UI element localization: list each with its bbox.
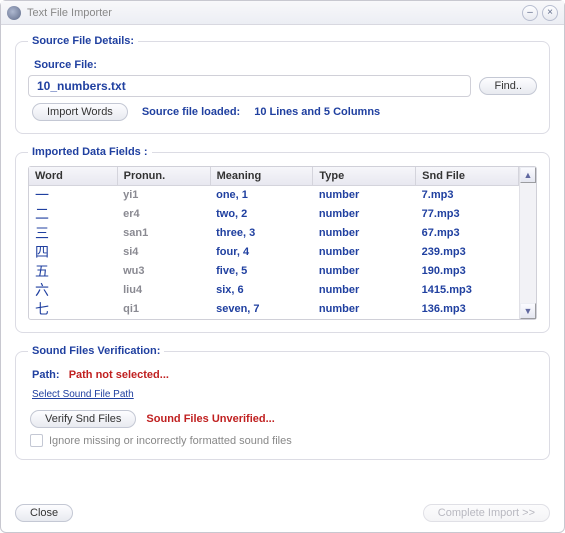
cell-snd: 1415.mp3: [416, 281, 519, 300]
minimize-button[interactable]: –: [522, 5, 538, 21]
path-label: Path:: [32, 369, 60, 381]
sound-verification-group: Sound Files Verification: Path: Path not…: [15, 345, 550, 460]
col-header-type[interactable]: Type: [313, 167, 416, 186]
scroll-down-icon[interactable]: ▼: [520, 303, 536, 319]
table-header-row: Word Pronun. Meaning Type Snd File: [29, 167, 519, 186]
cell-type: number: [313, 300, 416, 319]
close-window-button[interactable]: ×: [542, 5, 558, 21]
imported-data-group: Imported Data Fields : Word Pronun. Mean…: [15, 146, 550, 333]
cell-snd: 7.mp3: [416, 186, 519, 206]
scroll-up-icon[interactable]: ▲: [520, 167, 536, 183]
cell-snd: 190.mp3: [416, 262, 519, 281]
source-file-input[interactable]: [28, 75, 471, 97]
cell-type: number: [313, 281, 416, 300]
cell-type: number: [313, 205, 416, 224]
table-row[interactable]: 六liu4six, 6number1415.mp3: [29, 281, 519, 300]
cell-pronun: qi1: [117, 300, 210, 319]
data-table: Word Pronun. Meaning Type Snd File 一yi1o…: [28, 166, 537, 320]
cell-snd: 77.mp3: [416, 205, 519, 224]
cell-word: 六: [29, 281, 117, 300]
cell-type: number: [313, 186, 416, 206]
window-title: Text File Importer: [27, 7, 518, 19]
source-file-group: Source File Details: Source File: Find..…: [15, 35, 550, 134]
cell-pronun: si4: [117, 243, 210, 262]
import-words-button[interactable]: Import Words: [32, 103, 128, 121]
cell-type: number: [313, 224, 416, 243]
source-status-prefix: Source file loaded:: [142, 106, 240, 118]
source-status-detail: 10 Lines and 5 Columns: [254, 106, 380, 118]
cell-pronun: san1: [117, 224, 210, 243]
cell-word: 四: [29, 243, 117, 262]
cell-meaning: six, 6: [210, 281, 313, 300]
complete-import-button[interactable]: Complete Import >>: [423, 504, 550, 522]
cell-meaning: two, 2: [210, 205, 313, 224]
cell-word: 五: [29, 262, 117, 281]
dialog-footer: Close Complete Import >>: [15, 504, 550, 522]
cell-pronun: wu3: [117, 262, 210, 281]
app-icon: [7, 6, 21, 20]
cell-pronun: liu4: [117, 281, 210, 300]
cell-snd: 67.mp3: [416, 224, 519, 243]
titlebar: Text File Importer – ×: [1, 1, 564, 25]
cell-meaning: one, 1: [210, 186, 313, 206]
col-header-word[interactable]: Word: [29, 167, 117, 186]
col-header-snd[interactable]: Snd File: [416, 167, 519, 186]
path-value: Path not selected...: [69, 369, 169, 381]
cell-word: 二: [29, 205, 117, 224]
vertical-scrollbar[interactable]: ▲ ▼: [519, 167, 536, 319]
col-header-meaning[interactable]: Meaning: [210, 167, 313, 186]
cell-word: 一: [29, 186, 117, 206]
table-row[interactable]: 四si4four, 4number239.mp3: [29, 243, 519, 262]
select-sound-path-link[interactable]: Select Sound File Path: [32, 389, 134, 400]
cell-meaning: seven, 7: [210, 300, 313, 319]
cell-word: 七: [29, 300, 117, 319]
close-button[interactable]: Close: [15, 504, 73, 522]
table-row[interactable]: 五wu3five, 5number190.mp3: [29, 262, 519, 281]
find-button[interactable]: Find..: [479, 77, 537, 95]
source-file-legend: Source File Details:: [28, 35, 138, 47]
cell-meaning: four, 4: [210, 243, 313, 262]
table-row[interactable]: 一yi1one, 1number7.mp3: [29, 186, 519, 206]
source-file-label: Source File:: [34, 59, 537, 71]
table-row[interactable]: 二er4two, 2number77.mp3: [29, 205, 519, 224]
col-header-pronun[interactable]: Pronun.: [117, 167, 210, 186]
cell-pronun: yi1: [117, 186, 210, 206]
ignore-missing-checkbox[interactable]: [30, 434, 43, 447]
cell-word: 三: [29, 224, 117, 243]
verify-status: Sound Files Unverified...: [146, 413, 274, 425]
verify-snd-files-button[interactable]: Verify Snd Files: [30, 410, 136, 428]
cell-type: number: [313, 262, 416, 281]
sound-verification-legend: Sound Files Verification:: [28, 345, 164, 357]
table-row[interactable]: 七qi1seven, 7number136.mp3: [29, 300, 519, 319]
cell-meaning: three, 3: [210, 224, 313, 243]
table-row[interactable]: 三san1three, 3number67.mp3: [29, 224, 519, 243]
cell-snd: 239.mp3: [416, 243, 519, 262]
imported-data-legend: Imported Data Fields :: [28, 146, 152, 158]
cell-type: number: [313, 243, 416, 262]
cell-snd: 136.mp3: [416, 300, 519, 319]
cell-meaning: five, 5: [210, 262, 313, 281]
ignore-missing-label: Ignore missing or incorrectly formatted …: [49, 435, 292, 447]
cell-pronun: er4: [117, 205, 210, 224]
